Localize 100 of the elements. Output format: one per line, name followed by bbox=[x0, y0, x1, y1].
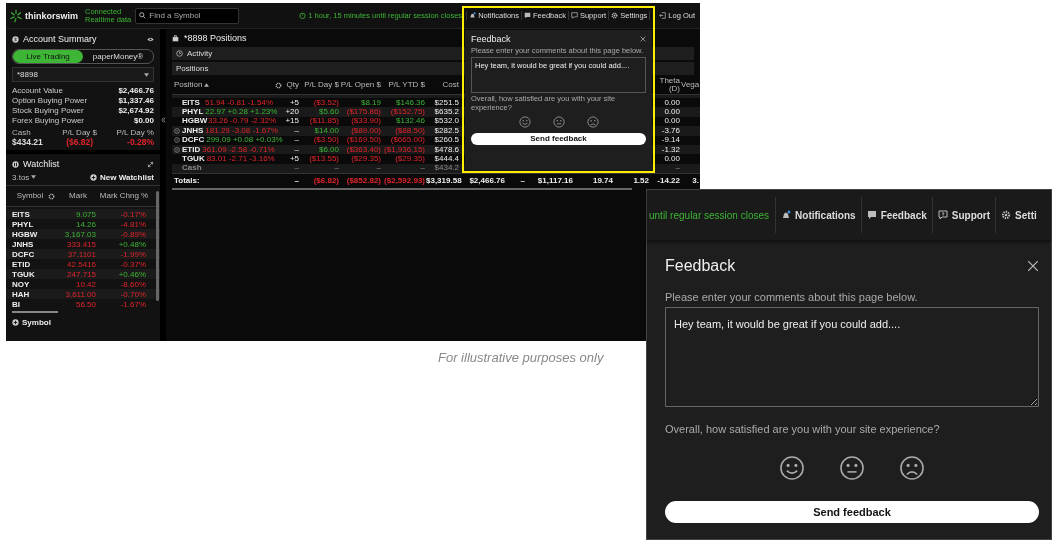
column-header[interactable]: P/L YTD $ bbox=[382, 81, 426, 89]
nav-link[interactable]: Support bbox=[931, 197, 996, 233]
symbol-cell[interactable]: ETID bbox=[182, 145, 201, 154]
send-feedback-button[interactable]: Send feedback bbox=[471, 132, 646, 145]
table-cell-text: 0.00 bbox=[663, 98, 681, 107]
column-header[interactable]: Position bbox=[172, 81, 274, 89]
table-cell-text: – bbox=[419, 164, 426, 173]
close-icon[interactable] bbox=[640, 35, 646, 42]
watchlist-dropdown[interactable]: 3.tos bbox=[12, 172, 37, 182]
symbol-cell[interactable]: HGBW bbox=[12, 229, 50, 239]
smile-face-icon[interactable] bbox=[518, 115, 531, 128]
scrollbar[interactable] bbox=[156, 191, 159, 301]
change-cell-text: +0.46% bbox=[117, 269, 146, 279]
mark-cell-text: 14.26 bbox=[74, 219, 96, 229]
nav-link[interactable]: Setti bbox=[995, 197, 1042, 233]
panel-title: *8898 Positions bbox=[184, 33, 247, 43]
symbol-cell[interactable]: EITS bbox=[12, 209, 50, 219]
frown-face-icon[interactable] bbox=[899, 455, 925, 481]
change-cell-text: -8.60% bbox=[119, 279, 146, 289]
change-cell-text: -0.37% bbox=[119, 259, 146, 269]
settings-icon[interactable] bbox=[274, 81, 282, 89]
table-cell-text: $260.5 bbox=[433, 136, 460, 145]
table-cell-text: ($3.50) bbox=[312, 136, 340, 145]
table-cell-text: -3.76 bbox=[660, 126, 681, 135]
expand-icon[interactable] bbox=[147, 160, 154, 168]
change-cell-text: -1.99% bbox=[119, 249, 146, 259]
symbol-cell[interactable]: DCFC bbox=[12, 249, 50, 259]
frown-face-icon[interactable] bbox=[586, 115, 599, 128]
symbol-cell[interactable]: PHYL bbox=[12, 219, 50, 229]
table-cell-text: -1.32 bbox=[660, 145, 681, 154]
table-cell-text: ($363.40) bbox=[345, 145, 382, 154]
symbol-cell[interactable]: HAH bbox=[12, 289, 50, 299]
table-cell-text: ($152.75) bbox=[389, 108, 426, 117]
symbol-cell[interactable]: HGBW bbox=[182, 117, 206, 126]
symbol-cell[interactable]: PHYL bbox=[182, 108, 204, 117]
symbol-cell[interactable]: DCFC bbox=[182, 136, 205, 145]
scrollbar[interactable] bbox=[12, 311, 58, 313]
table-cell-text: $282.5 bbox=[433, 126, 460, 135]
mark-cell-text: 333.415 bbox=[66, 239, 96, 249]
option-icon[interactable] bbox=[174, 127, 180, 134]
table-cell-text: $434.2 bbox=[433, 164, 460, 173]
symbol-cell[interactable]: TGUK bbox=[12, 269, 50, 279]
table-cell: $3,319.58 bbox=[426, 176, 460, 185]
column-header[interactable]: Qty bbox=[282, 81, 300, 89]
mode-tab[interactable]: paperMoney® bbox=[83, 50, 153, 63]
new-watchlist-button[interactable]: New Watchlist bbox=[90, 172, 154, 182]
column-header[interactable]: P/L Open $ bbox=[340, 81, 382, 89]
symbol-cell[interactable]: EITS bbox=[182, 98, 203, 107]
add-symbol-button[interactable]: Symbol bbox=[12, 318, 154, 327]
account-dropdown[interactable]: *8898 bbox=[12, 67, 154, 82]
help-bubble-icon bbox=[570, 12, 578, 19]
table-cell-text: ($89.00) bbox=[350, 126, 382, 135]
symbol-cell[interactable]: Cash bbox=[182, 164, 206, 173]
smile-face-icon[interactable] bbox=[779, 455, 805, 481]
close-icon[interactable] bbox=[1027, 260, 1039, 272]
column-header[interactable]: Mark Chng % bbox=[98, 192, 150, 200]
send-feedback-button[interactable]: Send feedback bbox=[665, 501, 1039, 523]
neutral-face-icon[interactable] bbox=[552, 115, 565, 128]
symbol-cell[interactable]: BI bbox=[12, 299, 50, 309]
table-cell-text: $8.19 bbox=[359, 98, 382, 107]
eye-icon[interactable] bbox=[147, 35, 154, 43]
scrollbar[interactable] bbox=[172, 188, 632, 191]
caret-icon bbox=[144, 72, 149, 77]
symbol-cell[interactable]: ETID bbox=[12, 259, 50, 269]
table-cell-text: +5 bbox=[288, 98, 300, 107]
column-header[interactable]: Cost bbox=[426, 81, 460, 89]
column-header[interactable]: P/L Day $ bbox=[300, 81, 340, 89]
logout-icon bbox=[659, 12, 667, 19]
symbol-cell[interactable]: TGUK bbox=[182, 155, 205, 164]
table-cell-text: ($2,592.93) bbox=[383, 176, 426, 185]
table-cell-text: $532.0 bbox=[433, 117, 460, 126]
summary-label: Cash bbox=[12, 128, 32, 137]
bell-icon bbox=[469, 12, 477, 19]
metric-value: $2,466.76 bbox=[118, 85, 154, 95]
neutral-face-icon[interactable] bbox=[839, 455, 865, 481]
column-header[interactable]: Vega bbox=[681, 81, 700, 89]
option-icon[interactable] bbox=[174, 137, 180, 144]
comment-field[interactable]: Hey team, it would be great if you could add.... bbox=[665, 307, 1039, 407]
collapse-icon[interactable] bbox=[160, 116, 166, 124]
column-header[interactable]: Symbol bbox=[12, 192, 48, 200]
symbol-cell[interactable]: NOY bbox=[12, 279, 50, 289]
quote-cell: 83.01 -2.71 -3.16% bbox=[206, 155, 275, 164]
mode-tab[interactable]: Live Trading bbox=[13, 50, 83, 63]
column-header[interactable]: Mark bbox=[58, 192, 98, 200]
table-cell-text: 1.52 bbox=[632, 176, 650, 185]
search-field[interactable]: Find a Symbol bbox=[135, 7, 240, 24]
option-icon[interactable] bbox=[174, 146, 180, 153]
mark-cell-text: 56.50 bbox=[74, 299, 96, 309]
nav-link[interactable]: Feedback bbox=[860, 197, 932, 233]
table-cell-text: – bbox=[293, 164, 300, 173]
logo-text: thinkorswim bbox=[25, 10, 78, 21]
change-cell-text: -0.89% bbox=[119, 229, 146, 239]
mark-cell-text: 37.1101 bbox=[66, 249, 96, 259]
symbol-cell[interactable]: JNHS bbox=[12, 239, 50, 249]
table-cell-text: 3. bbox=[691, 176, 700, 185]
settings-icon[interactable] bbox=[48, 192, 55, 200]
table-cell-text: +5 bbox=[288, 155, 300, 164]
symbol-cell[interactable]: JNHS bbox=[182, 126, 204, 135]
mark-cell-text: 42.5416 bbox=[66, 259, 96, 269]
nav-link[interactable]: Notifications bbox=[775, 197, 861, 233]
